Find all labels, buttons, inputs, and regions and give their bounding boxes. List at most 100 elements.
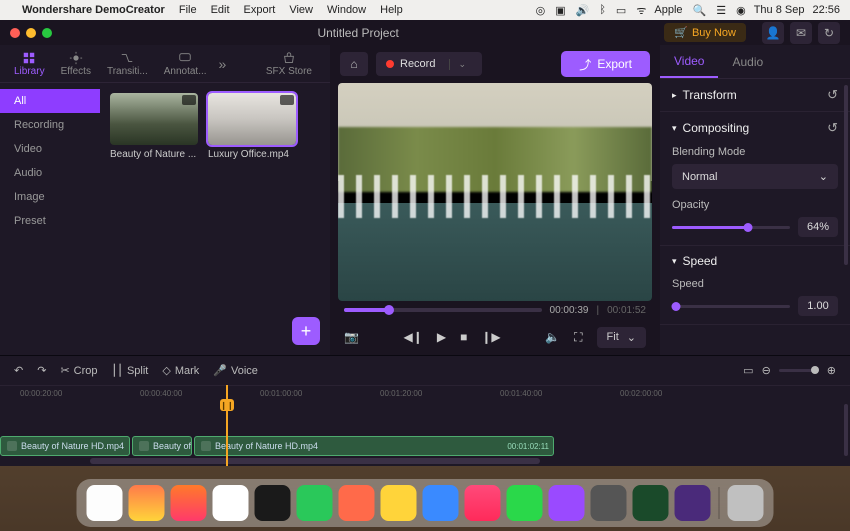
dock-app-icon[interactable] xyxy=(591,485,627,521)
caret-down-icon[interactable]: ▾ xyxy=(672,256,677,267)
dock-app-icon[interactable] xyxy=(339,485,375,521)
mute-button[interactable]: 🔈 xyxy=(545,330,560,344)
menu-help[interactable]: Help xyxy=(380,4,403,16)
media-item[interactable]: Beauty of Nature ... xyxy=(110,93,198,160)
cat-all[interactable]: All xyxy=(0,89,100,113)
inbox-icon[interactable]: ✉ xyxy=(790,22,812,44)
seek-knob[interactable] xyxy=(384,305,394,315)
dock-app-icon[interactable] xyxy=(255,485,291,521)
volume-icon[interactable]: 🔊 xyxy=(576,4,590,17)
fit-select[interactable]: Fit⌄ xyxy=(597,327,646,348)
cat-recording[interactable]: Recording xyxy=(0,113,100,137)
dock-app-icon[interactable] xyxy=(675,485,711,521)
voice-button[interactable]: 🎤Voice xyxy=(213,364,258,377)
siri-icon[interactable]: ◉ xyxy=(736,4,746,17)
blending-select[interactable]: Normal⌄ xyxy=(672,164,838,189)
chevron-down-icon[interactable]: ⌄ xyxy=(449,59,466,70)
speed-value[interactable]: 1.00 xyxy=(798,296,838,316)
stop-button[interactable]: ■ xyxy=(460,330,467,344)
props-tab-video[interactable]: Video xyxy=(660,45,718,78)
add-media-button[interactable]: + xyxy=(292,317,320,345)
playhead[interactable]: ❙❙ xyxy=(226,385,228,466)
tab-annotations[interactable]: Annotat... xyxy=(156,47,215,81)
menu-export[interactable]: Export xyxy=(244,4,276,16)
media-item[interactable]: Luxury Office.mp4 xyxy=(208,93,296,160)
dock-app-icon[interactable] xyxy=(465,485,501,521)
control-center-icon[interactable]: ☰ xyxy=(716,4,726,17)
caret-down-icon[interactable]: ▸ xyxy=(672,90,677,101)
buy-now-button[interactable]: 🛒Buy Now xyxy=(664,23,746,42)
history-icon[interactable]: ↻ xyxy=(818,22,840,44)
timeline-ruler[interactable]: 00:00:20:00 00:00:40:00 00:01:00:00 00:0… xyxy=(0,386,850,404)
snapshot-button[interactable]: 📷 xyxy=(344,330,359,344)
fit-timeline-button[interactable]: ▭ xyxy=(743,364,753,377)
section-speed: Speed xyxy=(683,254,718,268)
dock-app-icon[interactable] xyxy=(171,485,207,521)
tab-effects[interactable]: Effects xyxy=(53,47,99,81)
cat-preset[interactable]: Preset xyxy=(0,209,100,233)
dock-app-icon[interactable] xyxy=(213,485,249,521)
tab-transitions[interactable]: Transiti... xyxy=(99,47,156,81)
menu-file[interactable]: File xyxy=(179,4,197,16)
zoom-slider[interactable] xyxy=(779,369,819,372)
battery-icon[interactable]: ▭ xyxy=(616,4,626,17)
dock-app-icon[interactable] xyxy=(87,485,123,521)
next-frame-button[interactable]: ❙▶ xyxy=(481,330,500,344)
export-button[interactable]: ⤴Export xyxy=(561,51,650,77)
caret-down-icon[interactable]: ▾ xyxy=(672,123,677,134)
speed-slider[interactable] xyxy=(672,305,790,308)
status-date[interactable]: Thu 8 Sep xyxy=(754,4,805,16)
dock-app-icon[interactable] xyxy=(297,485,333,521)
prev-frame-button[interactable]: ◀❙ xyxy=(404,330,423,344)
clip[interactable]: Beauty of Nature HD.mp400:01:02:11 xyxy=(194,436,554,456)
status-time[interactable]: 22:56 xyxy=(812,4,840,16)
timeline-tracks[interactable]: Beauty of Nature HD.mp4 Beauty of N Beau… xyxy=(0,404,850,466)
opacity-value[interactable]: 64% xyxy=(798,217,838,237)
status-icon[interactable]: ◎ xyxy=(536,4,546,17)
minimize-icon[interactable] xyxy=(26,28,36,38)
fullscreen-button[interactable]: ⛶ xyxy=(574,330,582,345)
menu-edit[interactable]: Edit xyxy=(211,4,230,16)
reset-icon[interactable]: ↺ xyxy=(827,87,838,103)
split-button[interactable]: ⎮⎮Split xyxy=(112,364,149,377)
user-icon[interactable]: 👤 xyxy=(762,22,784,44)
cat-audio[interactable]: Audio xyxy=(0,161,100,185)
dock-app-icon[interactable] xyxy=(633,485,669,521)
close-icon[interactable] xyxy=(10,28,20,38)
tab-more[interactable]: » xyxy=(215,56,231,72)
dock-app-icon[interactable] xyxy=(507,485,543,521)
opacity-slider[interactable] xyxy=(672,226,790,229)
wifi-icon[interactable]: ᯤ xyxy=(636,3,646,18)
timeline-h-scrollbar[interactable] xyxy=(90,458,840,464)
dock-app-icon[interactable] xyxy=(549,485,585,521)
status-icon[interactable]: ▣ xyxy=(555,4,565,17)
props-scrollbar[interactable] xyxy=(844,85,848,265)
props-tab-audio[interactable]: Audio xyxy=(718,45,777,78)
reset-icon[interactable]: ↺ xyxy=(827,120,838,136)
preview-seekbar[interactable]: 00:00:39 | 00:01:52 xyxy=(334,301,656,319)
record-button[interactable]: Record⌄ xyxy=(376,52,482,76)
bluetooth-icon[interactable]: ᛒ xyxy=(599,4,606,16)
clip[interactable]: Beauty of N xyxy=(132,436,192,456)
play-button[interactable]: ▶ xyxy=(437,330,446,344)
sfx-store-button[interactable]: SFX Store xyxy=(254,47,324,81)
home-button[interactable]: ⌂ xyxy=(340,52,368,76)
status-user[interactable]: Apple xyxy=(654,4,682,16)
maximize-icon[interactable] xyxy=(42,28,52,38)
timeline-v-scrollbar[interactable] xyxy=(844,404,848,456)
dock-app-icon[interactable] xyxy=(423,485,459,521)
search-icon[interactable]: 🔍 xyxy=(693,4,707,17)
cat-video[interactable]: Video xyxy=(0,137,100,161)
cat-image[interactable]: Image xyxy=(0,185,100,209)
tab-library[interactable]: Library xyxy=(6,47,53,81)
preview-viewport[interactable] xyxy=(338,83,652,301)
menu-view[interactable]: View xyxy=(289,4,313,16)
dock-trash-icon[interactable] xyxy=(728,485,764,521)
zoom-out-button[interactable]: ⊖ xyxy=(762,364,771,377)
menu-window[interactable]: Window xyxy=(327,4,366,16)
dock-app-icon[interactable] xyxy=(381,485,417,521)
app-name[interactable]: Wondershare DemoCreator xyxy=(22,4,165,16)
mark-button[interactable]: ◇Mark xyxy=(162,364,199,377)
dock-app-icon[interactable] xyxy=(129,485,165,521)
zoom-in-button[interactable]: ⊕ xyxy=(827,364,836,377)
